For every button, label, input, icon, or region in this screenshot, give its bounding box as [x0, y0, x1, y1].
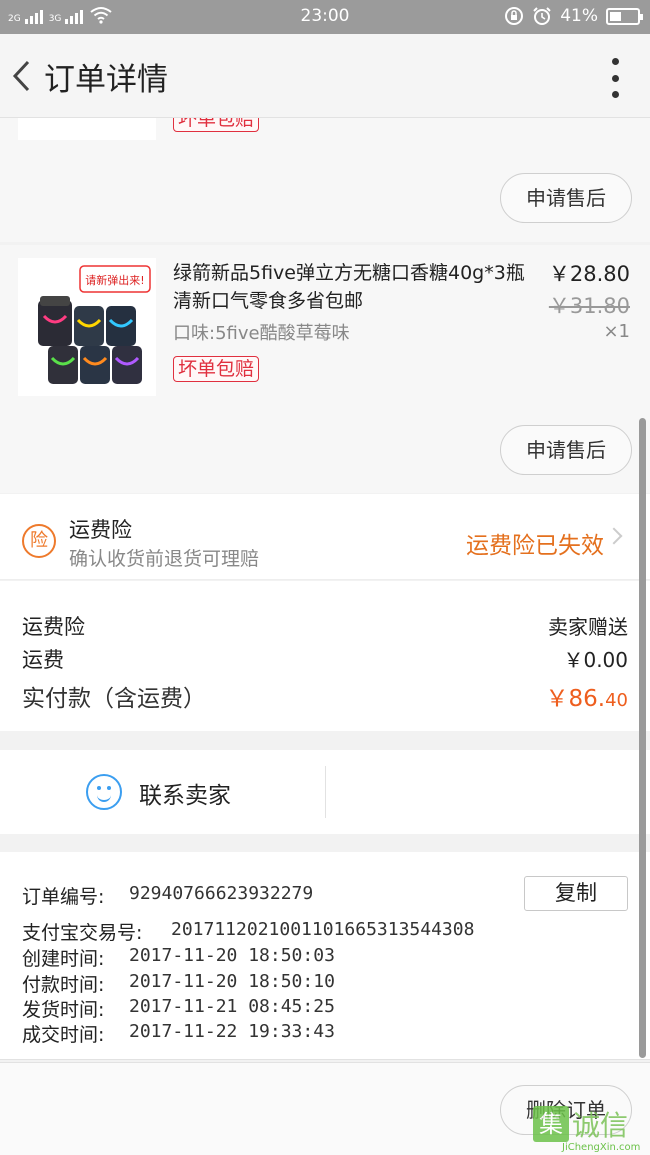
insurance-icon: 险: [22, 524, 56, 558]
watermark-logo-icon: 集: [533, 1106, 569, 1142]
created-time-value: 2017-11-20 18:50:03: [129, 945, 335, 966]
page-title: 订单详情: [44, 62, 168, 98]
product-image: 请新弹出来!: [18, 258, 156, 396]
chevron-right-icon: [605, 527, 623, 545]
product-card: 请新弹出来! 绿箭新品5five弹立方无糖口香糖40g*3瓶清新口气零食多省包邮…: [0, 245, 650, 493]
paid-time-value: 2017-11-20 18:50:10: [129, 971, 335, 992]
contact-seller-button[interactable]: 联系卖家: [0, 750, 325, 834]
product-quantity: ×1: [603, 321, 630, 342]
scrollbar[interactable]: [639, 418, 646, 1058]
shipping-label: 运费: [22, 648, 64, 672]
status-bar: 2G 3G 23:00 41%: [0, 0, 650, 34]
battery-percent: 41%: [560, 6, 598, 26]
product-spec: 口味:5five酷酸草莓味: [173, 323, 350, 344]
rotation-lock-icon: [505, 7, 524, 25]
insurance-cost-label: 运费险: [22, 615, 85, 639]
product-price: ￥28.80: [548, 262, 630, 286]
after-sale-button[interactable]: 申请售后: [500, 425, 632, 475]
battery-icon: [606, 7, 643, 25]
watermark-url: JiChengXin.com: [562, 1142, 641, 1153]
deal-time-label: 成交时间:: [22, 1024, 105, 1046]
more-menu-icon[interactable]: [610, 58, 620, 98]
product-original-price: ￥31.80: [548, 294, 630, 318]
insurance-status: 运费险已失效: [466, 533, 604, 559]
order-no-label: 订单编号:: [22, 886, 105, 908]
copy-button[interactable]: 复制: [524, 876, 628, 911]
contact-seller-label: 联系卖家: [139, 783, 231, 809]
nav-bar: 订单详情: [0, 34, 650, 118]
product-image-banner-text: 请新弹出来!: [85, 273, 144, 287]
shipped-time-value: 2017-11-21 08:45:25: [129, 996, 335, 1017]
contact-bar: 联系卖家: [0, 750, 650, 834]
insurance-cost-value: 卖家赠送: [548, 615, 628, 639]
total-paid-cents: 40: [605, 690, 628, 711]
shipping-insurance-row[interactable]: 险 运费险 确认收货前退货可理赔 运费险已失效: [0, 494, 650, 580]
deal-time-value: 2017-11-22 19:33:43: [129, 1021, 335, 1042]
order-info: 订单编号: 92940766623932279 复制 支付宝交易号: 20171…: [0, 852, 650, 1060]
after-sale-button-partial[interactable]: 申请售后: [500, 173, 632, 223]
created-time-label: 创建时间:: [22, 948, 105, 970]
damage-guarantee-badge: 坏单包赔: [173, 356, 260, 382]
watermark-text: 诚信: [572, 1109, 629, 1142]
total-paid-value: ￥86.40: [546, 679, 628, 713]
product-card-partial: 坏单包赔 申请售后: [0, 88, 650, 242]
total-paid-label: 实付款（含运费）: [22, 686, 206, 712]
back-arrow-icon[interactable]: [6, 56, 36, 96]
insurance-subtitle: 确认收货前退货可理赔: [69, 548, 260, 570]
chat-icon: [86, 774, 122, 810]
alarm-icon: [533, 7, 551, 25]
shipping-value: ￥0.00: [563, 648, 628, 672]
paid-time-label: 付款时间:: [22, 974, 105, 996]
shipped-time-label: 发货时间:: [22, 999, 105, 1021]
insurance-title: 运费险: [69, 518, 132, 542]
total-paid-main: ￥86.: [545, 686, 606, 712]
cost-summary: 运费险 卖家赠送 运费 ￥0.00 实付款（含运费） ￥86.40: [0, 581, 650, 731]
alipay-no-label: 支付宝交易号:: [22, 922, 143, 944]
alipay-no-value: 2017112021001101665313544308: [171, 919, 475, 940]
order-no-value: 92940766623932279: [129, 883, 314, 904]
divider: [325, 766, 326, 818]
product-title[interactable]: 绿箭新品5five弹立方无糖口香糖40g*3瓶清新口气零食多省包邮: [173, 259, 543, 315]
